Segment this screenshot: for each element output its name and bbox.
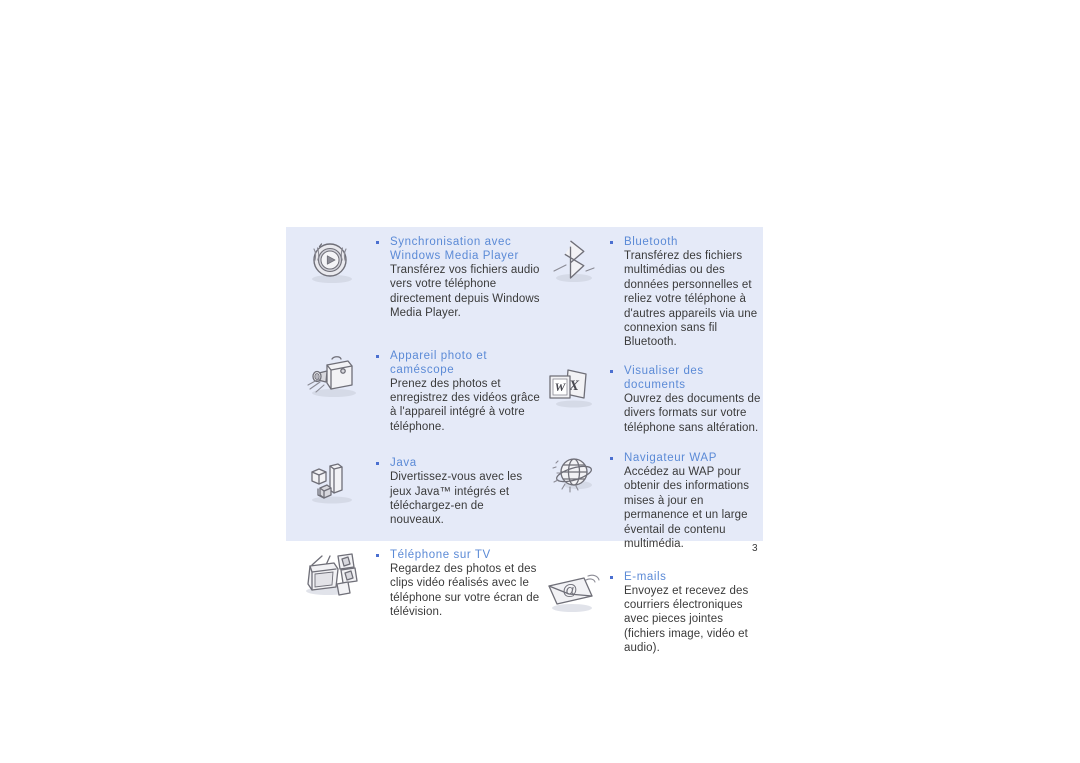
feature-item-wap-browser: Navigateur WAP Accédez au WAP pour obten… xyxy=(540,451,763,551)
page-number: 3 xyxy=(752,543,758,554)
feature-column-left: Synchronisation avec Windows Media Playe… xyxy=(286,227,540,618)
feature-text: Ouvrez des documents de divers formats s… xyxy=(624,392,761,434)
globe-wap-icon xyxy=(540,451,608,507)
feature-item-camera-camcorder: Appareil photo et caméscope Prenez des p… xyxy=(286,349,540,435)
feature-body: Java Divertissez-vous avec les jeux Java… xyxy=(374,456,540,528)
feature-title: Appareil photo et caméscope xyxy=(390,349,488,376)
bullet-marker xyxy=(610,369,613,373)
bullet-marker xyxy=(376,241,379,244)
feature-text: Envoyez et recevez des courriers électro… xyxy=(624,584,749,655)
feature-title: E-mails xyxy=(624,570,667,583)
feature-body: Bluetooth Transférez des fichiers multim… xyxy=(608,235,763,350)
feature-title: Bluetooth xyxy=(624,236,678,248)
feature-title: Java xyxy=(390,457,417,470)
bullet-marker xyxy=(376,354,379,358)
feature-body: Navigateur WAP Accédez au WAP pour obten… xyxy=(608,451,763,551)
svg-text:@: @ xyxy=(562,582,577,599)
feature-body: Téléphone sur TV Regardez des photos et … xyxy=(374,548,540,620)
java-blocks-icon xyxy=(286,456,374,508)
feature-item-bluetooth: Bluetooth Transférez des fichiers multim… xyxy=(540,235,763,350)
feature-text: Transférez des fichiers multimédias ou d… xyxy=(624,250,758,349)
feature-body: Appareil photo et caméscope Prenez des p… xyxy=(374,349,540,435)
bullet-marker xyxy=(610,241,613,244)
feature-title: Téléphone sur TV xyxy=(390,548,491,561)
feature-panel: Synchronisation avec Windows Media Playe… xyxy=(286,227,763,654)
camcorder-icon xyxy=(286,349,374,407)
feature-body: Visualiser des documents Ouvrez des docu… xyxy=(608,364,763,435)
bluetooth-icon xyxy=(540,235,608,291)
feature-item-view-documents: X W Visualiser des documents Ouvrez des … xyxy=(540,364,763,435)
feature-column-right: Bluetooth Transférez des fichiers multim… xyxy=(540,227,763,654)
feature-item-java: Java Divertissez-vous avec les jeux Java… xyxy=(286,456,540,528)
feature-item-phone-on-tv: Téléphone sur TV Regardez des photos et … xyxy=(286,548,540,620)
bullet-marker xyxy=(376,553,379,557)
feature-text: Prenez des photos et enregistrez des vid… xyxy=(390,377,540,433)
documents-icon: X W xyxy=(540,364,608,414)
feature-text: Divertissez-vous avec les jeux Java™ int… xyxy=(390,471,523,527)
feature-text: Accédez au WAP pour obtenir des informat… xyxy=(624,466,750,551)
feature-body: Synchronisation avec Windows Media Playe… xyxy=(374,235,540,321)
bullet-marker xyxy=(610,457,613,461)
feature-text: Transférez vos fichiers audio vers votre… xyxy=(390,264,540,320)
manual-page: Synchronisation avec Windows Media Playe… xyxy=(0,0,1080,763)
feature-title: Synchronisation avec Windows Media Playe… xyxy=(390,236,519,262)
feature-body: E-mails Envoyez et recevez des courriers… xyxy=(608,570,763,656)
tv-photos-icon xyxy=(286,548,374,604)
feature-item-windows-media-player: Synchronisation avec Windows Media Playe… xyxy=(286,235,540,321)
bullet-marker xyxy=(610,575,613,579)
email-envelope-icon: @ xyxy=(540,570,608,620)
feature-title: Navigateur WAP xyxy=(624,452,717,465)
media-disc-icon xyxy=(286,235,374,287)
feature-title: Visualiser des documents xyxy=(624,364,704,391)
bullet-marker xyxy=(376,462,379,466)
svg-text:W: W xyxy=(555,380,567,394)
feature-item-emails: @ E-mails Envoyez et recevez des courrie… xyxy=(540,570,763,656)
feature-text: Regardez des photos et des clips vidéo r… xyxy=(390,562,540,619)
